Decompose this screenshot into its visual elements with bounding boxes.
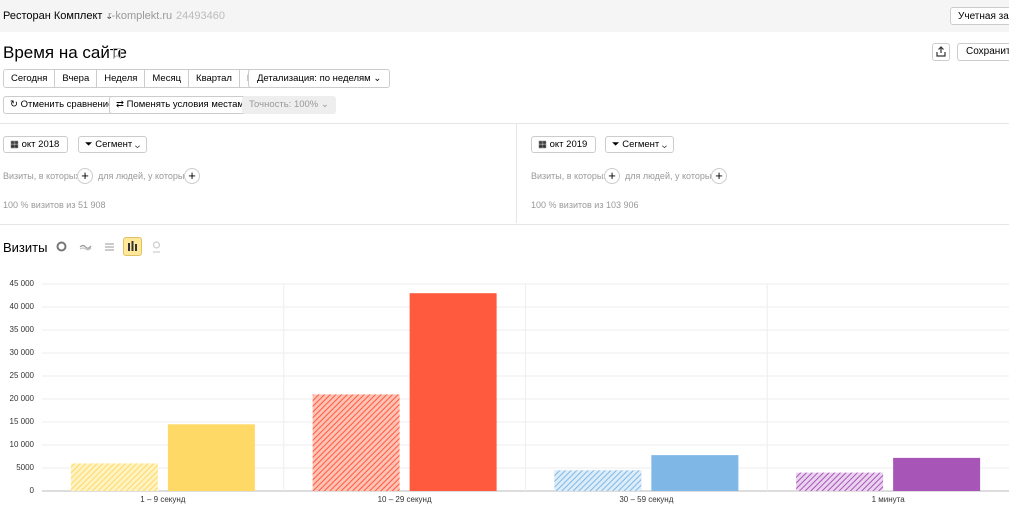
bar-curr-2[interactable] <box>409 293 497 491</box>
bar-prev-4[interactable] <box>796 472 884 491</box>
bar-curr-3[interactable] <box>651 455 739 491</box>
bar-prev-1[interactable] <box>70 463 158 491</box>
bar-curr-1[interactable] <box>167 424 255 491</box>
visits-bar-chart <box>42 283 1009 492</box>
bar-curr-4[interactable] <box>893 457 981 491</box>
bar-prev-3[interactable] <box>554 470 642 491</box>
bar-prev-2[interactable] <box>312 394 400 491</box>
